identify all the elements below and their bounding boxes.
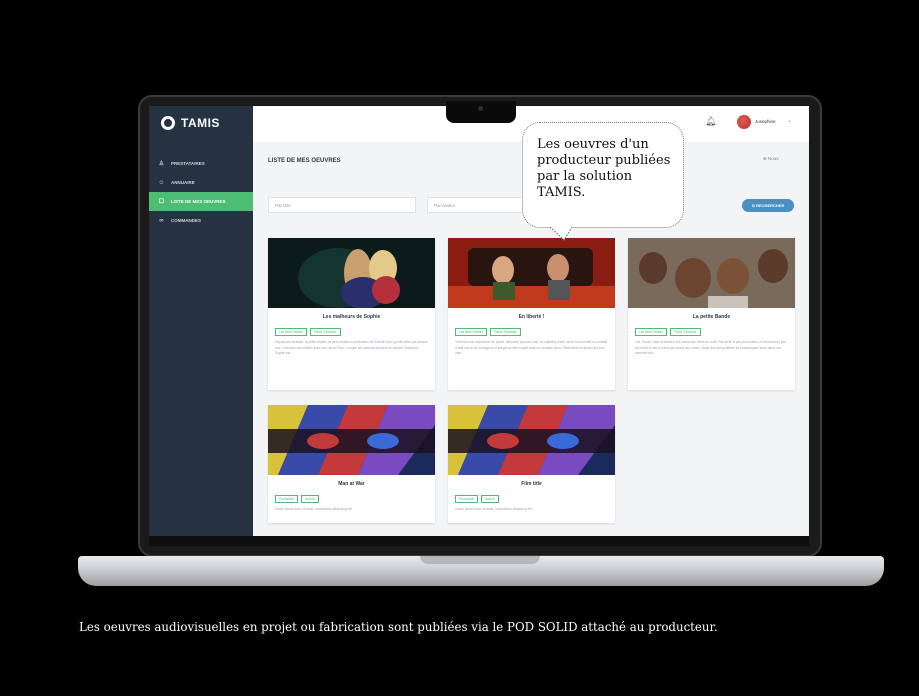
- laptop-notch: [446, 101, 516, 123]
- film-poster: [628, 238, 795, 308]
- film-title: Film title: [521, 481, 542, 487]
- film-title: En liberté !: [518, 314, 545, 320]
- app-name: TAMIS: [181, 116, 220, 130]
- tag[interactable]: Pierre-Sylvester: [669, 328, 701, 336]
- film-description: Lorem ipsum dolor sit amet, consectetur …: [275, 507, 353, 511]
- tag-list: Les films Pelléas Pierre-Sylvester: [268, 328, 435, 336]
- page-title: LISTE DE MES OEUVRES: [268, 158, 341, 164]
- title-search-placeholder: Par titre: [275, 203, 291, 208]
- list-icon: ☐: [158, 199, 165, 205]
- tag[interactable]: Pierre-Sylvester: [309, 328, 341, 336]
- tag[interactable]: Auteur: [481, 495, 499, 503]
- app-logo[interactable]: TAMIS: [161, 116, 220, 130]
- film-title: Man at War: [338, 481, 365, 487]
- film-title: La petite Bande: [692, 314, 731, 320]
- sidebar-item-label: ANNUAIRE: [171, 180, 195, 185]
- tag-list: Les films Pelléas Pierre-Sylvester: [628, 328, 795, 336]
- sidebar: TAMIS ♙ PRESTATAIRES ☺ ANNUAIRE ☐ LISTE …: [149, 106, 253, 536]
- film-card[interactable]: En liberté ! Les films Pelléas Pierre-Sy…: [448, 238, 615, 390]
- sidebar-item-prestataires[interactable]: ♙ PRESTATAIRES: [149, 154, 253, 173]
- sidebar-item-annuaire[interactable]: ☺ ANNUAIRE: [149, 173, 253, 192]
- speech-bubble: Les oeuvres d'un producteur publiées par…: [522, 122, 684, 228]
- tag[interactable]: Les films Pelléas: [635, 328, 667, 336]
- bell-icon[interactable]: 🔔︎: [705, 116, 716, 127]
- tag-list: Production Auteur: [268, 495, 435, 503]
- film-card[interactable]: La petite Bande Les films Pelléas Pierre…: [628, 238, 795, 390]
- author-search-input[interactable]: Par Auteur: [427, 197, 525, 213]
- film-poster: [448, 405, 615, 475]
- new-button-label: Nouv.: [768, 156, 780, 161]
- tag[interactable]: Production: [275, 495, 299, 503]
- tag-list: Production Auteur: [448, 495, 615, 503]
- sidebar-item-liste-oeuvres[interactable]: ☐ LISTE DE MES OEUVRES: [149, 192, 253, 211]
- speech-bubble-text: Les oeuvres d'un producteur publiées par…: [537, 137, 671, 200]
- film-poster: [268, 238, 435, 308]
- title-search-input[interactable]: Par titre: [268, 197, 416, 213]
- film-card[interactable]: Film title Production Auteur Lorem ipsum…: [448, 405, 615, 523]
- sidebar-item-commandes[interactable]: ∞ COMMANDES: [149, 211, 253, 230]
- film-poster: [268, 405, 435, 475]
- search-button-label: RECHERCHER: [756, 203, 785, 208]
- logo-icon: [161, 116, 175, 130]
- film-card[interactable]: Man at War Production Auteur Lorem ipsum…: [268, 405, 435, 523]
- sidebar-item-label: LISTE DE MES OEUVRES: [171, 199, 226, 204]
- search-button[interactable]: ⊙ RECHERCHER: [742, 199, 794, 212]
- tag[interactable]: Auteur: [301, 495, 319, 503]
- laptop-groove: [420, 556, 540, 564]
- tag[interactable]: Les films Pelléas: [275, 328, 307, 336]
- film-description: Lorem ipsum dolor sit amet, consectetur …: [455, 507, 533, 511]
- new-button[interactable]: ⊕ Nouv.: [763, 156, 779, 162]
- film-title: Les malheurs de Sophie: [322, 314, 381, 320]
- app-screen: TAMIS ♙ PRESTATAIRES ☺ ANNUAIRE ☐ LISTE …: [149, 106, 809, 536]
- slide-caption: Les oeuvres audiovisuelles en projet ou …: [79, 620, 718, 634]
- avatar[interactable]: [737, 115, 751, 129]
- sidebar-item-label: COMMANDES: [171, 218, 201, 223]
- camera-icon: [478, 106, 483, 111]
- film-description: Yvonne jeune inspectrice de police, déco…: [455, 340, 608, 355]
- people-icon: ☺: [158, 179, 165, 186]
- chevron-down-icon[interactable]: ⌄: [787, 117, 792, 124]
- film-description: Cat, Fouad, Sami et Antoine ont douze an…: [635, 340, 787, 355]
- tag[interactable]: Les films Pelléas: [455, 328, 487, 336]
- sidebar-nav: ♙ PRESTATAIRES ☺ ANNUAIRE ☐ LISTE DE MES…: [149, 154, 253, 230]
- tag-list: Les films Pelléas Pierre-Sylvester: [448, 328, 615, 336]
- username[interactable]: Josephine: [755, 119, 776, 124]
- author-search-placeholder: Par Auteur: [434, 203, 456, 208]
- film-card[interactable]: Les malheurs de Sophie Les films Pelléas…: [268, 238, 435, 390]
- film-poster: [448, 238, 615, 308]
- person-icon: ♙: [158, 161, 165, 167]
- tag[interactable]: Pierre-Sylvester: [489, 328, 521, 336]
- speech-bubble-tail: [550, 227, 572, 241]
- laptop-chin: [149, 536, 809, 546]
- tag[interactable]: Production: [455, 495, 479, 503]
- film-description: Depuis son château, la petite Sophie ne …: [275, 340, 428, 355]
- sidebar-item-label: PRESTATAIRES: [171, 161, 205, 166]
- link-icon: ∞: [159, 217, 164, 224]
